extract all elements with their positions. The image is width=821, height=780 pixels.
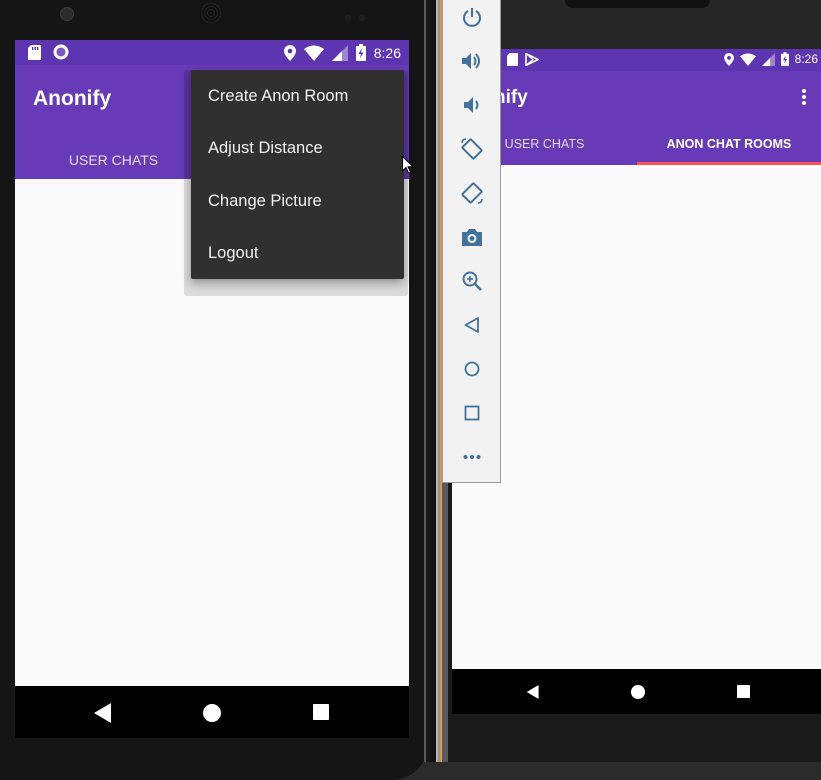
zoom-button[interactable] xyxy=(443,259,501,303)
volume-down-icon xyxy=(464,97,479,113)
overview-button[interactable] xyxy=(443,391,501,435)
more-vert-icon[interactable] xyxy=(801,89,807,105)
power-button[interactable] xyxy=(443,0,501,39)
status-time: 8:26 xyxy=(794,52,818,66)
phone-right-screen: 8:26 nify USER CHATS ANON CHAT ROOMS xyxy=(452,49,821,714)
emulator-toolbar xyxy=(442,0,501,483)
phone-right-speaker xyxy=(565,0,710,8)
front-camera xyxy=(60,7,74,21)
status-bar: 8:26 xyxy=(15,40,409,65)
navigation-bar-right xyxy=(452,669,821,714)
nav-home-icon[interactable] xyxy=(203,704,221,722)
tab-anon-chat-rooms[interactable]: ANON CHAT ROOMS xyxy=(637,137,821,151)
screenshot-button[interactable] xyxy=(443,215,501,259)
mouse-cursor-icon xyxy=(402,156,414,174)
more-button[interactable] xyxy=(443,435,501,479)
battery-charging-icon xyxy=(780,52,789,66)
app-title: Anonify xyxy=(33,87,112,110)
signal-icon xyxy=(761,52,775,66)
content-area-right xyxy=(452,165,821,669)
sd-card-icon xyxy=(507,53,518,66)
volume-down-button[interactable] xyxy=(443,83,501,127)
menu-item-change-picture[interactable]: Change Picture xyxy=(191,175,404,227)
back-icon xyxy=(464,317,479,333)
rotate-right-button[interactable] xyxy=(443,171,501,215)
back-button[interactable] xyxy=(443,303,501,347)
rotate-left-icon xyxy=(461,138,483,160)
sensor-dots xyxy=(345,8,375,21)
signal-icon xyxy=(331,44,348,61)
overflow-menu: Create Anon Room Adjust Distance Change … xyxy=(191,70,404,279)
rotate-left-button[interactable] xyxy=(443,127,501,171)
more-icon xyxy=(463,455,481,459)
nav-overview-icon[interactable] xyxy=(313,704,329,720)
power-icon xyxy=(463,8,481,27)
location-icon xyxy=(283,44,296,61)
menu-item-create-anon-room[interactable]: Create Anon Room xyxy=(191,70,404,122)
battery-charging-icon xyxy=(355,44,366,61)
location-icon xyxy=(723,52,734,66)
navigation-bar xyxy=(15,686,409,738)
sync-circle-icon xyxy=(53,44,69,60)
home-button[interactable] xyxy=(443,347,501,391)
tab-user-chats[interactable]: USER CHATS xyxy=(15,152,212,168)
home-icon xyxy=(464,361,480,377)
zoom-icon xyxy=(462,271,482,291)
status-bar-right: 8:26 xyxy=(452,49,821,71)
wifi-icon xyxy=(739,53,756,66)
overview-icon xyxy=(464,405,480,421)
status-time: 8:26 xyxy=(373,44,401,61)
rotate-right-icon xyxy=(461,182,483,204)
wifi-icon xyxy=(303,45,324,61)
menu-item-adjust-distance[interactable]: Adjust Distance xyxy=(191,122,404,174)
nav-overview-icon[interactable] xyxy=(737,685,750,698)
window-edge xyxy=(426,0,436,762)
camera-icon xyxy=(462,229,482,246)
menu-item-logout[interactable]: Logout xyxy=(191,227,404,279)
nav-back-icon[interactable] xyxy=(526,685,540,699)
volume-up-button[interactable] xyxy=(443,39,501,83)
phone-right-chin xyxy=(452,714,821,762)
play-store-icon xyxy=(525,53,539,66)
sd-card-icon xyxy=(28,45,41,60)
volume-up-icon xyxy=(462,53,480,69)
nav-back-icon[interactable] xyxy=(94,703,112,723)
nav-home-icon[interactable] xyxy=(631,685,645,699)
earpiece-speaker xyxy=(200,3,222,23)
